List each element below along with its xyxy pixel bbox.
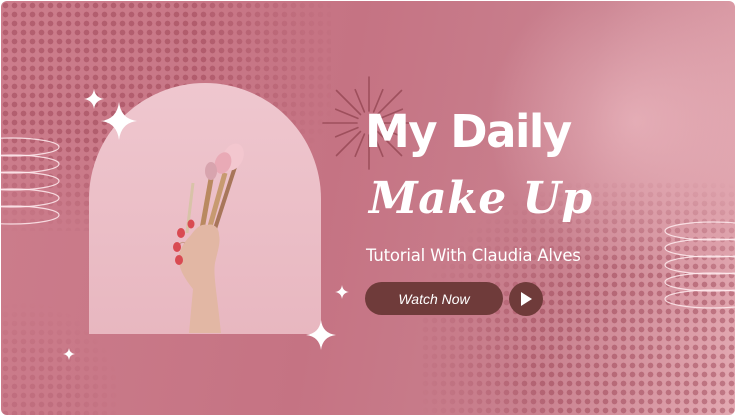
sparkle-icon [306,320,336,350]
play-icon [521,292,532,306]
starburst-ray [334,108,359,120]
starburst-ray [334,126,359,138]
watch-now-button[interactable]: Watch Now [365,282,503,315]
banner: My Daily Make Up Tutorial With Claudia A… [1,1,735,415]
sparkle-icon [63,348,75,360]
rings-icon [1,137,60,225]
starburst-ray [354,88,366,113]
watch-now-label: Watch Now [398,290,470,307]
rings-icon [664,221,735,309]
play-button[interactable] [509,282,543,316]
sparkle-icon [335,285,349,299]
title-line-1: My Daily [365,105,572,158]
starburst-ray [354,133,366,158]
subtitle: Tutorial With Claudia Alves [366,246,581,265]
sparkle-icon [101,102,137,140]
title-line-2: Make Up [369,173,593,224]
